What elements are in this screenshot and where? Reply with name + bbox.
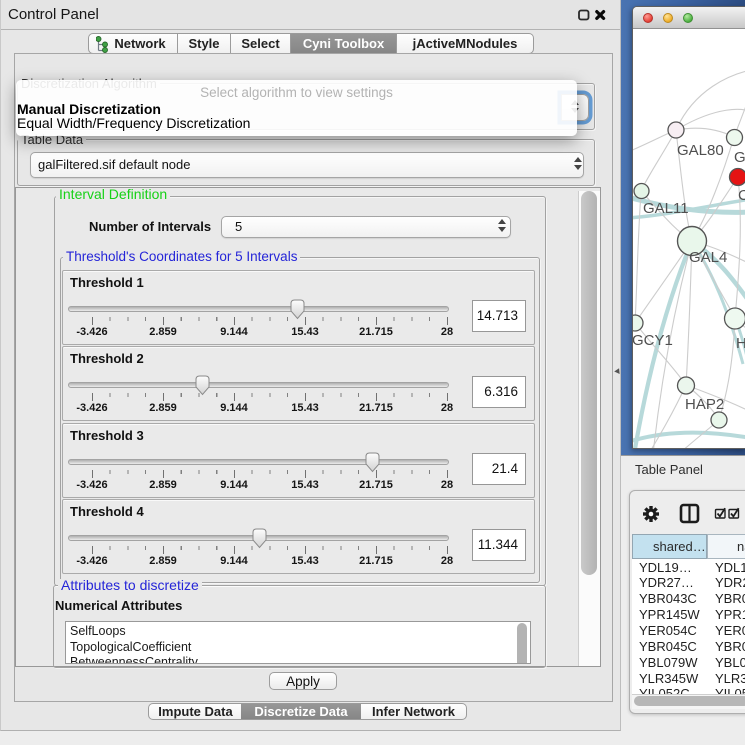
svg-text:GA: GA [734, 149, 745, 166]
svg-text:GAL11: GAL11 [643, 200, 689, 217]
svg-text:H: H [736, 335, 745, 352]
svg-text:HAP2: HAP2 [685, 396, 724, 413]
svg-text:GAL80: GAL80 [677, 142, 724, 159]
svg-text:C: C [738, 187, 745, 204]
svg-text:GCY1: GCY1 [633, 332, 673, 349]
svg-text:GAL4: GAL4 [689, 249, 727, 266]
